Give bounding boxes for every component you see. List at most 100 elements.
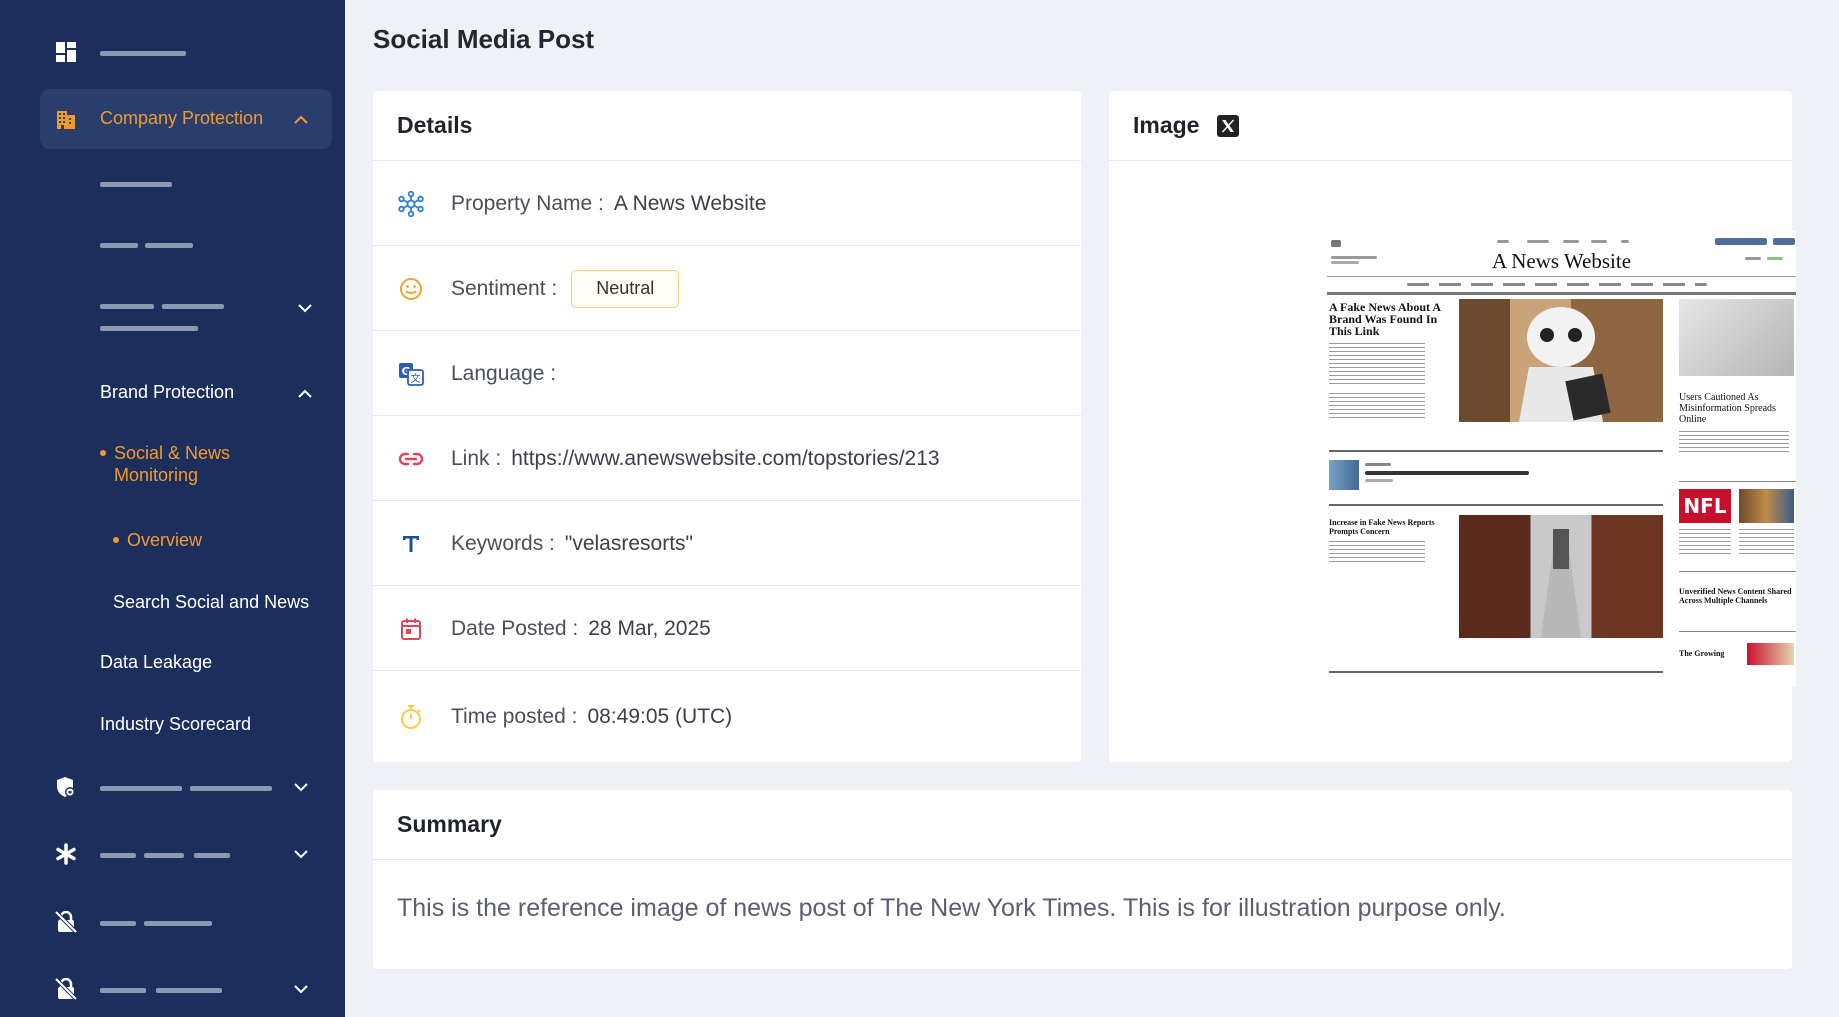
- redacted-label: [100, 853, 136, 858]
- sentiment-row: Sentiment : Neutral: [373, 247, 1081, 331]
- asterisk-icon: [54, 842, 78, 866]
- smiley-icon: [397, 275, 425, 303]
- login-button: [1773, 238, 1795, 245]
- sentiment-label: Sentiment :: [451, 276, 558, 300]
- chevron-down-icon[interactable]: [294, 982, 308, 996]
- dashboard-icon: [54, 40, 78, 64]
- bullet-dot: [100, 449, 106, 456]
- details-header: Details: [373, 91, 1081, 161]
- chevron-up-icon[interactable]: [298, 386, 312, 400]
- sidebar-item-overview[interactable]: Overview: [113, 530, 202, 551]
- summary-header: Summary: [373, 790, 1792, 860]
- headline-3: Increase in Fake News Reports Prompts Co…: [1329, 518, 1435, 536]
- time-posted-row: Time posted : 08:49:05 (UTC): [373, 672, 1081, 762]
- redacted-subitem[interactable]: [100, 304, 154, 309]
- date-posted-label: Date Posted :: [451, 616, 579, 640]
- sidebar-item-company-protection[interactable]: Company Protection: [40, 89, 332, 149]
- link-value[interactable]: https://www.anewswebsite.com/topstories/…: [511, 447, 939, 471]
- article-text: [1739, 529, 1794, 555]
- time-posted-label: Time posted :: [451, 705, 578, 728]
- robot-photo: [1459, 299, 1663, 422]
- robot-hand-photo: [1679, 299, 1794, 376]
- headline-4: Unverified News Content Shared Across Mu…: [1679, 587, 1792, 605]
- brief-headline: [1365, 471, 1529, 475]
- sidebar: Company Protection Brand Protection Soci…: [0, 0, 345, 1017]
- headline-1: A Fake News About A Brand Was Found In T…: [1329, 300, 1441, 338]
- summary-card: Summary This is the reference image of n…: [373, 790, 1792, 969]
- chevron-down-icon[interactable]: [294, 780, 308, 794]
- redacted-subitem-part: [162, 304, 224, 309]
- divider: [1679, 571, 1796, 572]
- redacted-label-part: [144, 921, 212, 926]
- sidebar-item-redacted-4[interactable]: [40, 959, 332, 1017]
- sidebar-item-social-news-monitoring[interactable]: Social & News Monitoring: [100, 443, 300, 490]
- article-text: [1329, 393, 1425, 421]
- redacted-subitem-part: [100, 326, 198, 331]
- redacted-subitem[interactable]: [100, 243, 138, 248]
- redacted-label-part: [190, 786, 272, 791]
- news-thumbnail: [1747, 643, 1794, 665]
- nav-link: [1497, 240, 1509, 243]
- redacted-label: [100, 51, 186, 56]
- bullet-dot: [113, 536, 119, 543]
- news-post-image[interactable]: A News Website A Fake News About A Brand…: [1327, 231, 1796, 686]
- article-text: [1329, 541, 1425, 565]
- building-thumbnail: [1329, 460, 1359, 490]
- date-posted-value: 28 Mar, 2025: [588, 616, 711, 640]
- divider: [1329, 671, 1663, 673]
- redacted-label-part: [144, 853, 184, 858]
- article-text: [1329, 343, 1425, 387]
- market-line: [1745, 257, 1761, 260]
- article-text: [1679, 529, 1731, 555]
- market-line: [1767, 257, 1783, 260]
- keywords-value: "velasresorts": [564, 531, 693, 555]
- sidebar-item-search-social-news[interactable]: Search Social and News: [113, 592, 309, 613]
- redacted-subitem[interactable]: [100, 182, 172, 187]
- building-icon: [54, 107, 78, 131]
- link-icon: [397, 445, 425, 473]
- time-posted-value: 08:49:05 (UTC): [587, 705, 733, 728]
- divider: [1679, 481, 1796, 482]
- sidebar-item-redacted-2[interactable]: [40, 824, 332, 884]
- link-row: Link : https://www.anewswebsite.com/tops…: [373, 417, 1081, 501]
- date-line: [1331, 256, 1377, 259]
- x-logo-icon: [1217, 114, 1240, 137]
- date-posted-row: Date Posted : 28 Mar, 2025: [373, 587, 1081, 671]
- news-site-title: A News Website: [1491, 249, 1632, 273]
- redacted-label: [100, 786, 182, 791]
- nav-link: [1527, 240, 1549, 243]
- menu-icon: [1331, 240, 1341, 247]
- sidebar-item-redacted-3[interactable]: [40, 892, 332, 952]
- headline-5: The Growing: [1679, 649, 1725, 658]
- redacted-label-part: [156, 988, 222, 993]
- date-line: [1331, 261, 1359, 264]
- crowd-photo: [1739, 489, 1794, 523]
- sidebar-item-label: Overview: [127, 530, 203, 550]
- text-icon: [397, 530, 425, 558]
- property-name-label: Property Name :: [451, 191, 604, 215]
- divider: [1329, 450, 1663, 452]
- redacted-label-part: [194, 853, 230, 858]
- kicker: [1365, 463, 1391, 466]
- brief-meta: [1365, 479, 1393, 482]
- lock-off-icon: [54, 977, 78, 1001]
- summary-text: This is the reference image of news post…: [397, 894, 1506, 922]
- chevron-down-icon[interactable]: [298, 301, 312, 315]
- page-title: Social Media Post: [373, 24, 595, 54]
- sidebar-item-brand-protection[interactable]: Brand Protection: [100, 382, 234, 403]
- translate-icon: G文: [397, 360, 425, 388]
- chevron-down-icon[interactable]: [294, 847, 308, 861]
- image-header: Image: [1109, 91, 1792, 161]
- divider: [1327, 276, 1796, 277]
- nav-link: [1621, 240, 1629, 243]
- sidebar-item-data-leakage[interactable]: Data Leakage: [100, 652, 212, 673]
- network-icon: [397, 190, 425, 218]
- sidebar-item-redacted-1[interactable]: [40, 757, 332, 817]
- stopwatch-icon: [397, 703, 425, 731]
- sidebar-item-label: Social & News Monitoring: [114, 443, 231, 485]
- redacted-label: [100, 921, 136, 926]
- sidebar-item-industry-scorecard[interactable]: Industry Scorecard: [100, 714, 251, 735]
- property-name-value: A News Website: [613, 191, 767, 215]
- sidebar-item-dashboard[interactable]: [40, 22, 332, 82]
- chevron-up-icon[interactable]: [294, 112, 308, 126]
